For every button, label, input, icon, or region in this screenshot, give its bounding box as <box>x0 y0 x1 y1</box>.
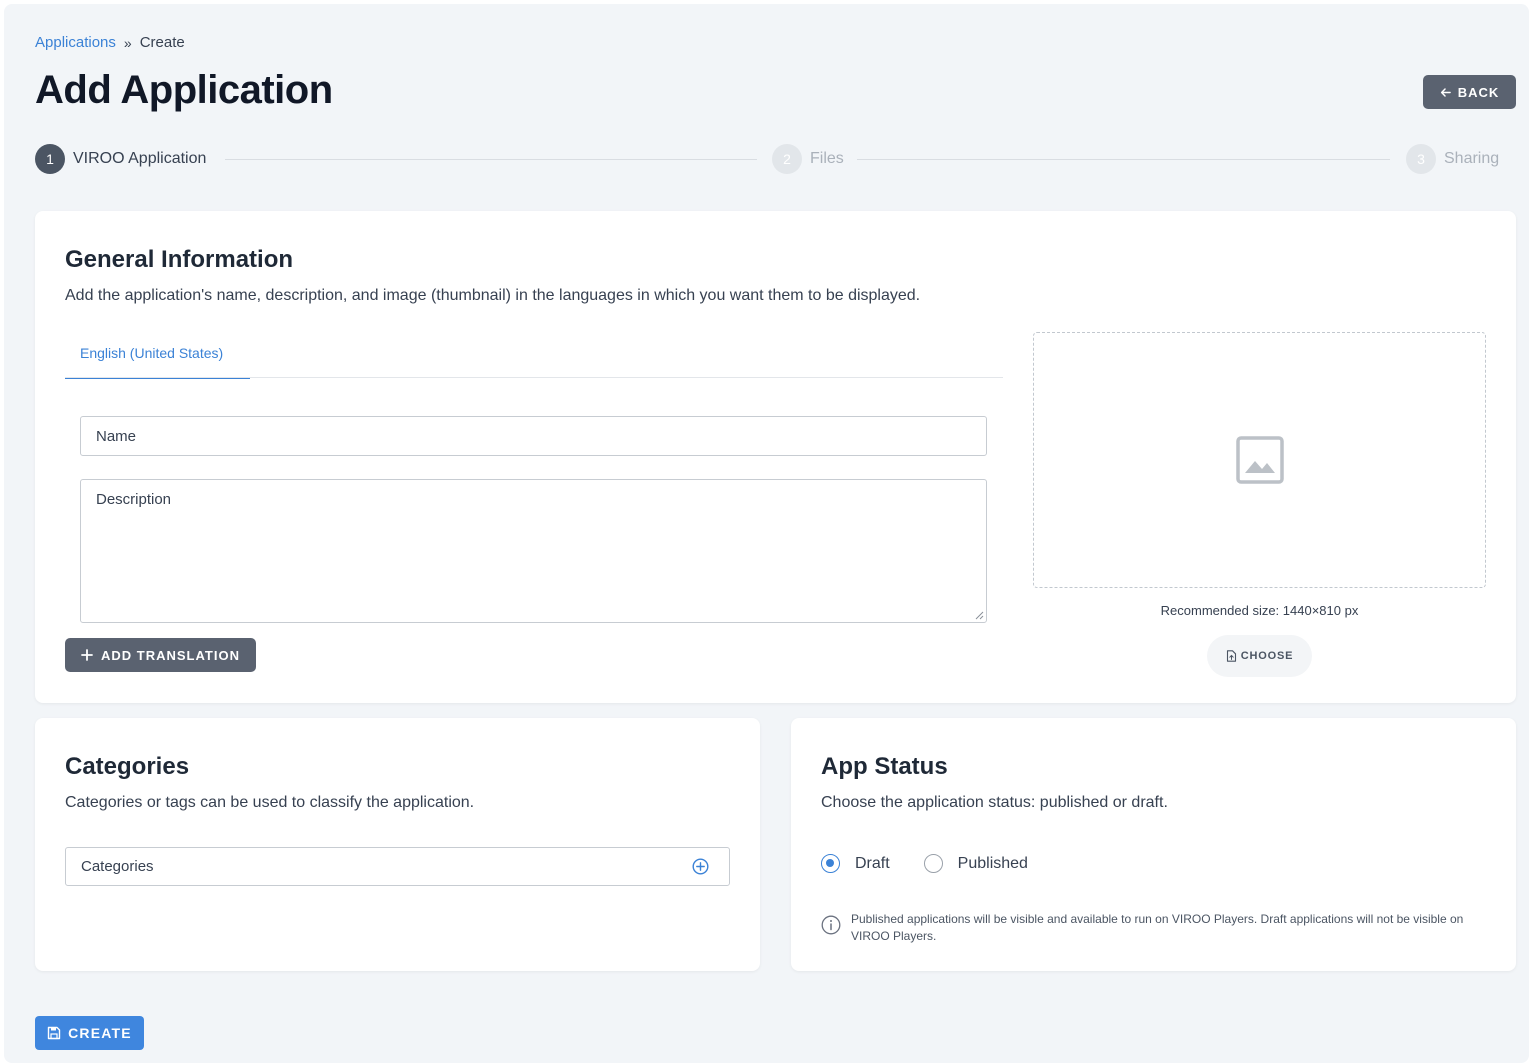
save-icon <box>47 1026 61 1040</box>
create-button[interactable]: CREATE <box>35 1016 144 1050</box>
radio-published[interactable]: Published <box>923 854 1028 873</box>
step-number: 3 <box>1406 144 1436 174</box>
radio-draft-control[interactable] <box>821 854 840 873</box>
resize-handle-icon[interactable] <box>975 611 984 620</box>
create-label: CREATE <box>68 1025 132 1041</box>
step-connector <box>857 159 1390 160</box>
recommended-size-text: Recommended size: 1440×810 px <box>1160 603 1359 618</box>
app-status-card: App Status Choose the application status… <box>791 718 1516 971</box>
file-upload-icon <box>1226 650 1236 662</box>
step-files: 2 Files <box>772 144 844 174</box>
choose-image-button[interactable]: CHOOSE <box>1207 635 1312 677</box>
description-textarea[interactable]: Description <box>80 479 987 623</box>
step-number: 2 <box>772 144 802 174</box>
categories-card: Categories Categories or tags can be use… <box>35 718 760 971</box>
categories-placeholder: Categories <box>81 858 154 875</box>
breadcrumb: Applications » Create <box>35 34 185 51</box>
image-dropzone[interactable] <box>1033 332 1486 588</box>
app-status-description: Choose the application status: published… <box>821 794 1168 811</box>
name-input[interactable]: Name <box>80 416 987 456</box>
status-info-text: Published applications will be visible a… <box>851 912 1464 943</box>
page-title: Add Application <box>35 68 333 112</box>
description-placeholder: Description <box>96 491 172 508</box>
general-information-description: Add the application's name, description,… <box>65 287 921 304</box>
step-label: Files <box>810 150 844 167</box>
step-label: Sharing <box>1444 150 1500 167</box>
radio-published-control[interactable] <box>923 854 943 873</box>
back-button[interactable]: BACK <box>1423 75 1516 109</box>
categories-input[interactable]: Categories <box>65 847 730 886</box>
step-number: 1 <box>35 144 65 174</box>
breadcrumb-link-applications[interactable]: Applications <box>35 34 116 51</box>
tab-english-united-states[interactable]: English (United States) <box>65 341 250 379</box>
general-information-card: General Information Add the application'… <box>35 211 1516 703</box>
breadcrumb-separator: » <box>123 34 132 51</box>
breadcrumb-current: Create <box>139 34 185 51</box>
categories-title: Categories <box>65 753 190 780</box>
tab-divider <box>65 377 1003 378</box>
page-background: Applications » Create Add Application BA… <box>4 4 1529 1063</box>
add-translation-button[interactable]: ADD TRANSLATION <box>65 638 256 672</box>
choose-label: CHOOSE <box>1240 650 1294 662</box>
plus-circle-icon[interactable] <box>692 858 709 875</box>
step-sharing: 3 Sharing <box>1406 144 1499 174</box>
status-radio-group: Draft Published <box>821 854 1028 873</box>
general-information-title: General Information <box>65 246 294 273</box>
back-button-label: BACK <box>1457 84 1500 100</box>
arrow-left-icon <box>1440 87 1451 97</box>
categories-description: Categories or tags can be used to classi… <box>65 794 475 811</box>
step-viroo-application: 1 VIROO Application <box>35 144 206 174</box>
step-label: VIROO Application <box>73 150 207 167</box>
image-icon <box>1235 436 1284 484</box>
stepper: 1 VIROO Application 2 Files 3 Sharing <box>35 144 1502 174</box>
radio-draft-label: Draft <box>855 854 890 872</box>
info-icon <box>821 915 841 935</box>
add-translation-label: ADD TRANSLATION <box>101 647 240 663</box>
app-status-title: App Status <box>821 753 948 780</box>
radio-published-label: Published <box>957 854 1028 872</box>
radio-draft[interactable]: Draft <box>821 854 890 873</box>
step-connector <box>225 159 757 160</box>
status-info-note: Published applications will be visible a… <box>821 911 1491 945</box>
plus-icon <box>81 649 93 661</box>
